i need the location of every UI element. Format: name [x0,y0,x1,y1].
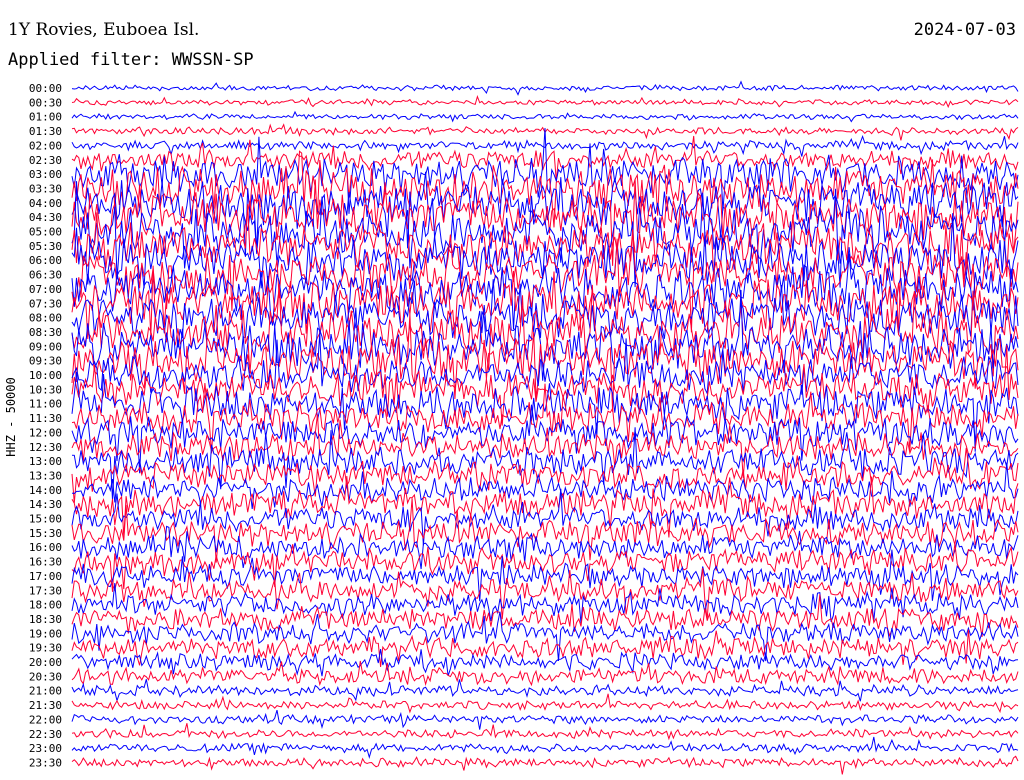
trace-line [71,80,1019,96]
row-label: 06:00 [29,254,62,267]
row-label: 09:00 [29,340,62,353]
trace-line [71,755,1019,775]
row-label: 17:00 [29,570,62,583]
row-label: 08:30 [29,326,62,339]
row-label: 23:00 [29,742,62,755]
trace-line [71,723,1019,741]
row-label: 10:30 [29,383,62,396]
trace-line [71,736,1019,760]
row-label: 12:00 [29,426,62,439]
row-label: 00:30 [29,96,62,109]
row-label: 10:00 [29,369,62,382]
row-label: 04:00 [29,197,62,210]
trace-line [71,427,1019,500]
row-label: 11:30 [29,412,62,425]
row-label: 14:00 [29,484,62,497]
row-label: 02:30 [29,154,62,167]
row-label: 21:30 [29,699,62,712]
row-label: 08:00 [29,312,62,325]
trace-line [71,135,1019,182]
trace-line [71,567,1019,620]
row-label: 19:00 [29,627,62,640]
row-label: 05:00 [29,226,62,239]
row-label: 01:00 [29,111,62,124]
row-label: 17:30 [29,584,62,597]
row-label: 18:00 [29,599,62,612]
trace-line [71,110,1019,123]
row-label: 15:00 [29,513,62,526]
row-label: 02:00 [29,139,62,152]
row-label: 15:30 [29,527,62,540]
trace-line [71,693,1019,714]
trace-line [71,414,1019,479]
row-label: 13:00 [29,455,62,468]
trace-line [71,549,1019,602]
trace-line [71,95,1019,109]
row-label: 03:30 [29,182,62,195]
row-label: 12:30 [29,441,62,454]
row-label: 18:30 [29,613,62,626]
trace-line [71,127,1019,214]
trace-line [71,709,1019,730]
row-label: 22:00 [29,713,62,726]
row-label: 01:30 [29,125,62,138]
row-label: 19:30 [29,642,62,655]
row-label: 22:30 [29,728,62,741]
row-label: 09:30 [29,355,62,368]
row-label: 07:30 [29,297,62,310]
row-label: 05:30 [29,240,62,253]
row-label: 13:30 [29,469,62,482]
row-label: 20:30 [29,670,62,683]
row-label: 03:00 [29,168,62,181]
row-label: 23:30 [29,756,62,769]
row-label: 11:00 [29,398,62,411]
row-label: 16:30 [29,556,62,569]
row-label: 21:00 [29,685,62,698]
row-label: 07:00 [29,283,62,296]
helicorder-plot: 00:0000:30 01:0001:3002:00 02:3003:0003:30… [29,80,1019,775]
row-label: 04:30 [29,211,62,224]
row-label: 06:30 [29,269,62,282]
row-label: 00:00 [29,82,62,95]
row-label: 14:30 [29,498,62,511]
row-label: 16:00 [29,541,62,554]
trace-line [71,679,1019,703]
row-label: 20:00 [29,656,62,669]
